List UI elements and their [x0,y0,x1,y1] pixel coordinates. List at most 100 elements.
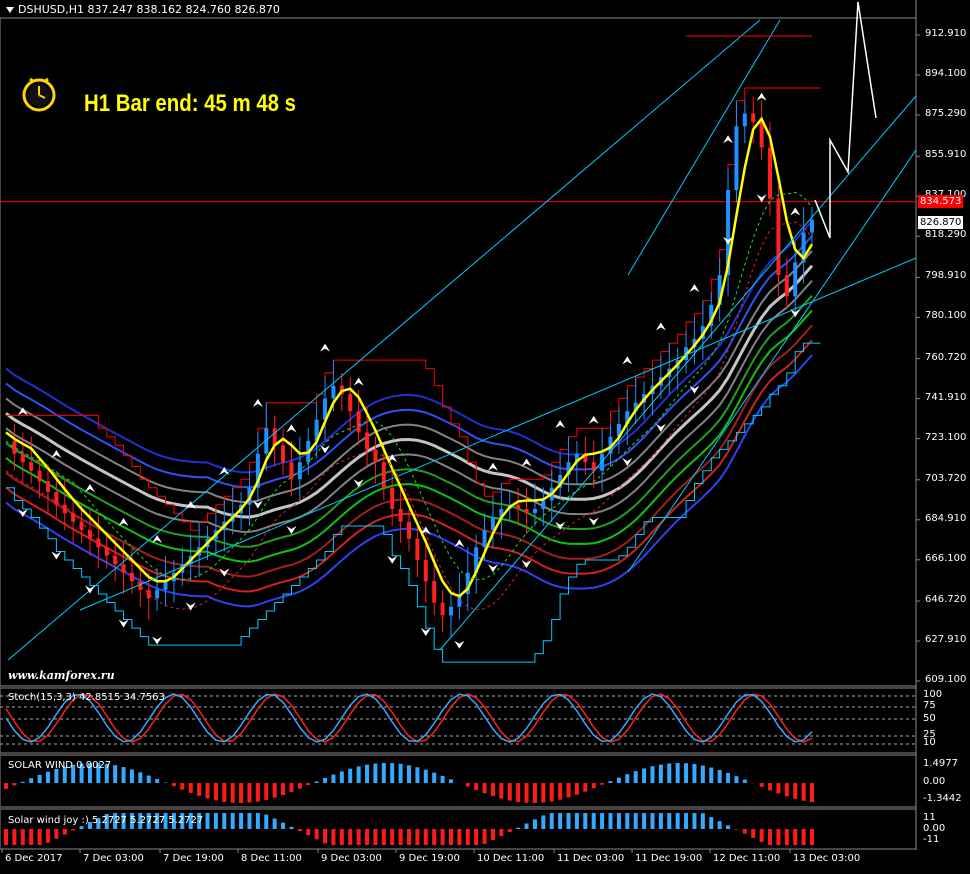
arrow-up-marker [588,415,599,424]
solar-joy-bar [633,813,638,829]
arrow-down-marker [420,628,431,637]
ma-ribbon-line [5,250,813,504]
candle-body [381,462,386,488]
solar-wind-bar [365,764,370,783]
solar-joy-bar [625,813,630,829]
arrow-down-marker [588,517,599,526]
solar-wind-bar [625,774,630,783]
solar-joy-bar [239,813,244,829]
candle-body [423,560,428,582]
solar-joy-bar [793,829,798,845]
solar-tick-label: -1.3442 [923,793,962,804]
solar-wind-bar [675,763,680,783]
stoch-label: Stoch(15,3,3) 42.8515 34.7563 [8,692,165,703]
candle-body [407,521,411,539]
solar-joy-bar [566,813,571,829]
solar-joy-bar [675,813,680,829]
price-tick-label: 646.720 [925,594,967,605]
solar-joy-bar [289,826,294,829]
solar-joy-bar [390,829,395,845]
candle-body [163,581,168,590]
solar-wind-bar [255,783,260,802]
solar-joy-bar [440,829,445,845]
price-tick-label: 684.910 [925,512,967,524]
price-tick-label: 627.910 [925,634,967,645]
arrow-up-marker [118,517,129,526]
time-axis-label: 6 Dec 2017 [5,853,63,864]
candle-body [12,440,17,454]
solar-joy-bar [272,818,277,829]
time-axis-label: 7 Dec 19:00 [163,853,224,864]
candle-body [432,581,437,603]
solar-wind-bar [314,781,319,783]
solar-joy-bar [457,829,462,845]
solar-wind-bar [541,783,546,803]
solar-wind-bar [306,783,311,786]
solar-wind-bar [524,783,529,803]
time-axis-label: 7 Dec 03:00 [83,853,144,864]
trend-line [439,95,917,651]
price-tick-label: 818.290 [925,229,967,241]
arrow-up-marker [689,284,700,293]
arrow-up-marker [723,135,734,144]
candle-body [281,445,286,463]
solar-joy-bar [734,829,739,830]
solar-wind-bar [398,763,403,783]
arrow-down-marker [387,555,398,564]
solar-wind-bar [574,783,579,795]
solar-wind-bar [356,766,361,783]
arrow-down-marker [487,564,498,573]
solar-joy-bar [448,829,453,845]
time-axis-label: 8 Dec 11:00 [241,853,302,864]
time-axis-label: 11 Dec 03:00 [557,853,625,864]
candle-body [365,432,370,450]
solar-wind-bar [197,783,202,796]
arrow-down-marker [51,551,62,560]
solar-joy-bar [474,829,479,845]
solar-wind-bar [810,783,814,803]
candle-body [793,262,798,297]
solar-joy-bar [264,814,269,829]
chart-window[interactable]: { "header": { "symbol_line": "DSHUSD,H1 … [0,0,970,874]
solar-joy-bar [574,813,579,829]
solar-joy-bar [490,829,495,841]
solar-joy-bar [230,813,235,829]
candle-body [356,411,361,433]
solar-panel-frame [0,754,917,808]
price-tick-label: 609.100 [925,674,967,685]
solar-joy-bar [415,829,420,845]
solar-wind-bar [474,783,479,790]
solar-wind-bar [188,783,193,793]
solar-joy-bar [549,813,554,829]
solar-joy-bar [205,813,210,829]
price-tick-label: 760.720 [925,351,967,363]
price-tick-label: 723.100 [925,431,967,443]
candle-body [113,555,118,565]
solar-wind-bar [784,783,789,797]
solar-wind-bar [339,771,344,783]
solar-wind-bar [415,767,420,783]
solar-joy-bar [29,829,34,845]
price-chart[interactable] [0,0,970,874]
joy-tick-label: 0.00 [923,823,946,834]
solar-wind-bar [121,767,126,783]
solar-joy-bar [558,813,563,829]
arrow-up-marker [286,424,297,433]
arrow-up-marker [487,462,498,471]
candle-body [289,462,294,480]
price-tick-label: 894.100 [925,67,967,79]
solar-joy-bar [692,813,697,829]
candle-body [373,449,378,463]
arrow-down-marker [118,619,129,628]
candle-body [79,521,84,531]
solar-joy-bar [20,829,25,845]
arrow-down-marker [353,479,364,488]
arrow-up-marker [252,398,263,407]
solar-wind-bar [205,783,210,799]
solar-joy-bar [810,829,814,845]
solar-joy-bar [658,813,663,829]
solar-wind-label: SOLAR WIND 0.0027 [8,760,112,771]
solar-wind-bar [4,783,8,789]
solar-wind-bar [726,772,731,783]
candle-body [759,121,764,148]
